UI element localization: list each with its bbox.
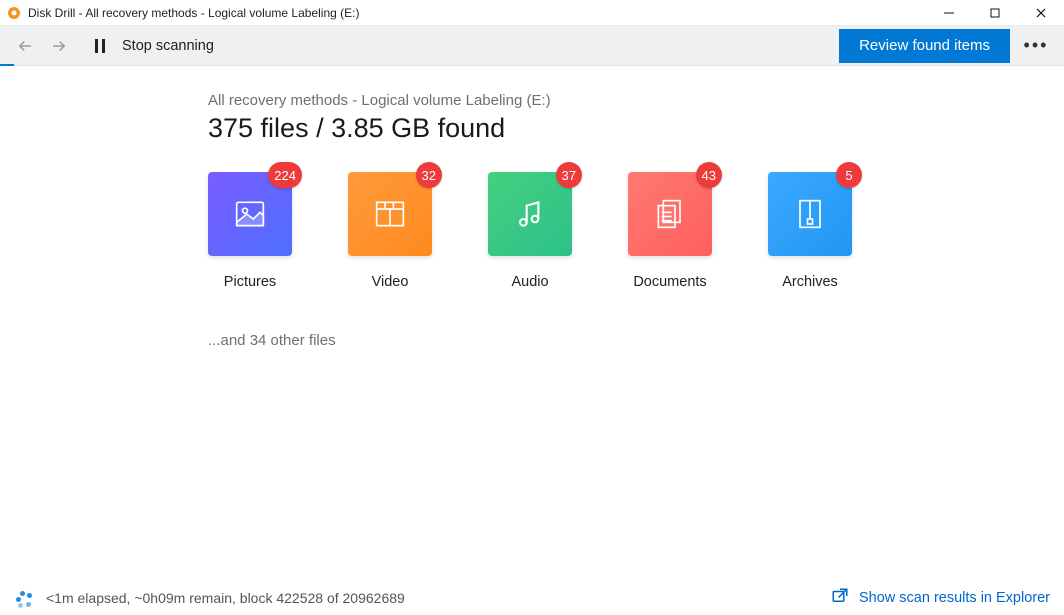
stop-scanning-label: Stop scanning — [122, 38, 214, 54]
app-icon — [6, 5, 22, 21]
pause-icon — [92, 38, 108, 54]
archive-icon: 5 — [768, 172, 852, 256]
image-icon: 224 — [208, 172, 292, 256]
other-files-text: ...and 34 other files — [208, 332, 1064, 349]
status-text: <1m elapsed, ~0h09m remain, block 422528… — [46, 590, 405, 606]
count-badge: 5 — [836, 162, 862, 188]
back-button[interactable] — [8, 29, 42, 63]
tile-label: Archives — [782, 274, 838, 290]
category-tile-documents[interactable]: 43 Documents — [628, 172, 712, 290]
explorer-link-label: Show scan results in Explorer — [859, 590, 1050, 606]
category-tiles: 224 Pictures 32 Video 37 Audio 43 Documents 5 Arc… — [208, 172, 1064, 290]
tile-label: Documents — [633, 274, 706, 290]
progress-indicator — [0, 64, 14, 66]
tile-label: Pictures — [224, 274, 276, 290]
minimize-button[interactable] — [926, 0, 972, 26]
forward-button[interactable] — [42, 29, 76, 63]
tile-label: Video — [372, 274, 409, 290]
main-content: All recovery methods - Logical volume La… — [0, 66, 1064, 581]
category-tile-pictures[interactable]: 224 Pictures — [208, 172, 292, 290]
show-in-explorer-link[interactable]: Show scan results in Explorer — [831, 587, 1050, 609]
category-tile-archives[interactable]: 5 Archives — [768, 172, 852, 290]
maximize-button[interactable] — [972, 0, 1018, 26]
music-icon: 37 — [488, 172, 572, 256]
tile-label: Audio — [511, 274, 548, 290]
window-title: Disk Drill - All recovery methods - Logi… — [28, 6, 359, 20]
count-badge: 224 — [268, 162, 302, 188]
scan-subtitle: All recovery methods - Logical volume La… — [208, 92, 1064, 109]
film-icon: 32 — [348, 172, 432, 256]
count-badge: 37 — [556, 162, 582, 188]
scan-headline: 375 files / 3.85 GB found — [208, 113, 1064, 144]
explorer-icon — [831, 587, 849, 609]
category-tile-video[interactable]: 32 Video — [348, 172, 432, 290]
titlebar: Disk Drill - All recovery methods - Logi… — [0, 0, 1064, 26]
count-badge: 32 — [416, 162, 442, 188]
stop-scanning-button[interactable]: Stop scanning — [92, 38, 214, 54]
category-tile-audio[interactable]: 37 Audio — [488, 172, 572, 290]
status-bar: <1m elapsed, ~0h09m remain, block 422528… — [0, 581, 1064, 615]
more-menu-button[interactable]: ••• — [1016, 29, 1056, 63]
close-button[interactable] — [1018, 0, 1064, 26]
spinner-icon — [14, 588, 34, 608]
review-found-items-button[interactable]: Review found items — [839, 29, 1010, 63]
count-badge: 43 — [696, 162, 722, 188]
document-icon: 43 — [628, 172, 712, 256]
toolbar: Stop scanning Review found items ••• — [0, 26, 1064, 66]
